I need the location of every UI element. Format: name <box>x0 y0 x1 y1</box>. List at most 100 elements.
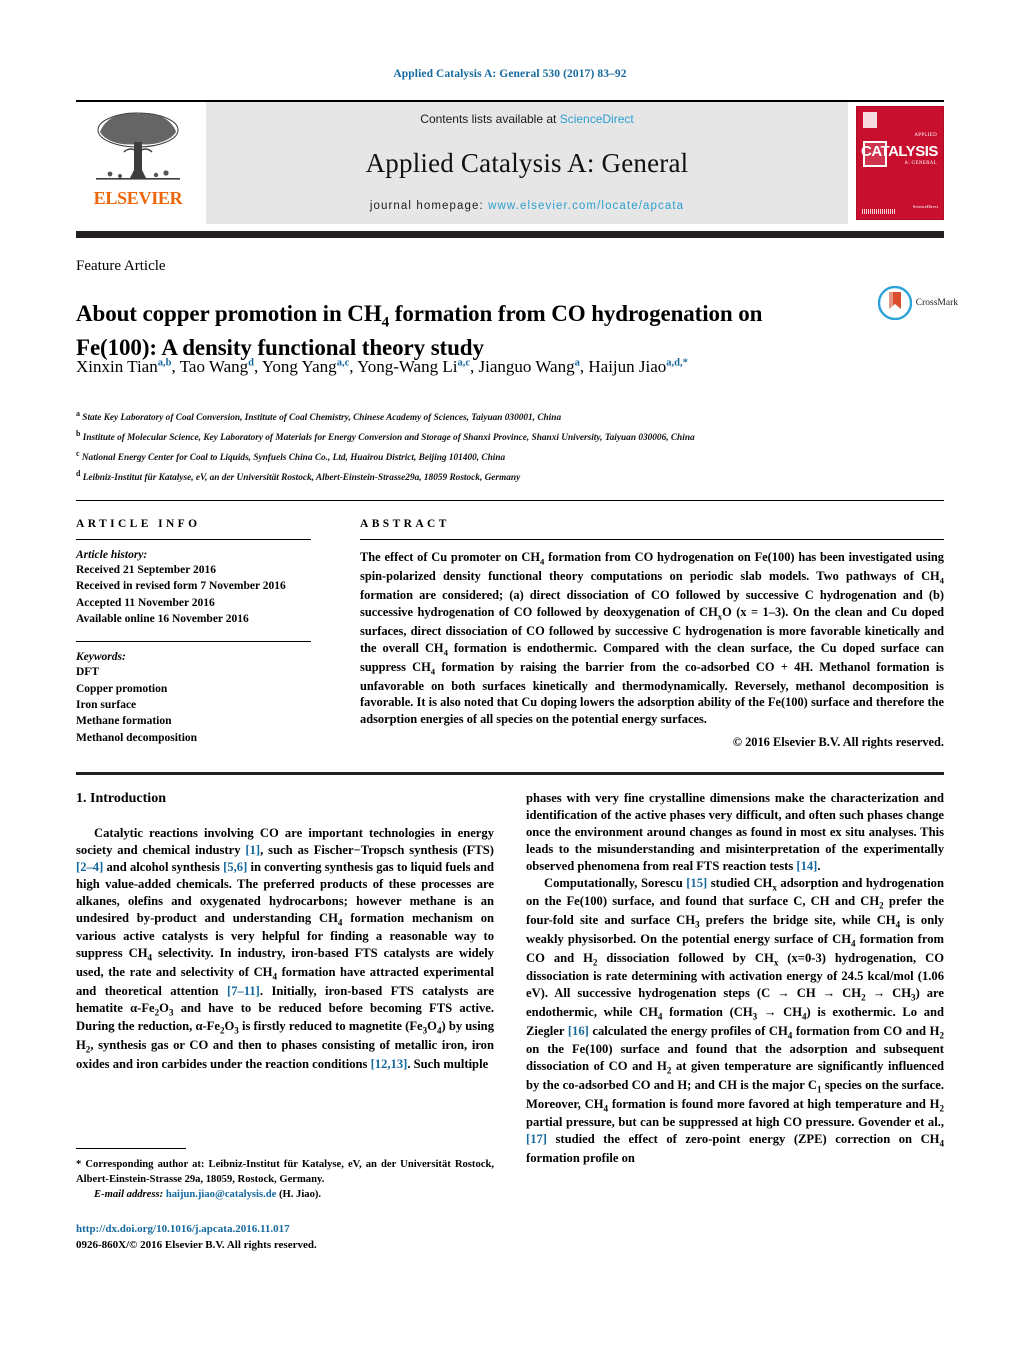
affiliation-text: State Key Laboratory of Coal Conversion,… <box>79 413 562 424</box>
affiliation-list: a State Key Laboratory of Coal Conversio… <box>76 407 876 487</box>
cover-barcode-icon <box>862 209 896 214</box>
article-info-column: ARTICLE INFO Article history: Received 2… <box>76 518 311 746</box>
keyword-item: Iron surface <box>76 698 137 711</box>
reference-link[interactable]: [15] <box>686 876 707 890</box>
affiliation-item: a State Key Laboratory of Coal Conversio… <box>76 407 876 427</box>
article-history-label: Article history: <box>76 549 148 561</box>
cover-subline: A: GENERAL <box>904 161 937 166</box>
keywords-lines: DFT Copper promotion Iron surface Methane f… <box>76 664 311 746</box>
author-list: Xinxin Tiana,b, Tao Wangd, Yong Yanga,c,… <box>76 357 688 376</box>
email-label: E-mail address: <box>94 1189 164 1201</box>
reference-link[interactable]: [17] <box>526 1132 547 1146</box>
cover-title: CATALYSIS <box>861 143 938 160</box>
cover-image: APPLIED CATALYSIS A: GENERAL ScienceDire… <box>856 106 944 220</box>
journal-title: Applied Catalysis A: General <box>365 147 689 178</box>
affiliation-item: c National Energy Center for Coal to Liq… <box>76 447 876 467</box>
author-name: Haijun Jiao <box>588 357 667 376</box>
keyword-item: DFT <box>76 666 99 679</box>
author-affiliation-marks: a,c <box>336 357 350 369</box>
journal-homepage-link[interactable]: www.elsevier.com/locate/apcata <box>488 200 684 212</box>
journal-homepage-line: journal homepage: www.elsevier.com/locat… <box>370 200 684 212</box>
author-affiliation-marks: a,b <box>157 357 172 369</box>
article-history-item: Accepted 11 November 2016 <box>76 596 215 609</box>
email-link[interactable]: haijun.jiao@catalysis.de <box>166 1189 277 1200</box>
reference-link[interactable]: [2–4] <box>76 860 103 874</box>
journal-band: Contents lists available at ScienceDirec… <box>206 102 848 224</box>
article-history-item: Received in revised form 7 November 2016 <box>76 580 286 593</box>
reference-link[interactable]: [1] <box>245 843 260 857</box>
footnote-star: * <box>76 1159 82 1170</box>
footnote-block: * Corresponding author at: Leibniz-Insti… <box>76 1157 494 1202</box>
affiliation-item: d Leibniz-Institut für Katalyse, eV, an … <box>76 467 876 487</box>
running-head: Applied Catalysis A: General 530 (2017) … <box>393 68 627 80</box>
footnote-rule <box>76 1148 186 1149</box>
keyword-item: Methane formation <box>76 715 172 728</box>
abstract-text: The effect of Cu promoter on CH4 formati… <box>360 550 944 726</box>
reference-link[interactable]: [5,6] <box>223 860 247 874</box>
crossmark-icon[interactable] <box>877 286 912 320</box>
reference-link[interactable]: [14] <box>796 859 817 873</box>
author-name: Yong-Wang Li <box>357 357 458 376</box>
reference-link[interactable]: [12,13] <box>371 1057 408 1071</box>
article-first-page: Applied Catalysis A: General 530 (2017) … <box>0 0 1020 1351</box>
affiliation-item: b Institute of Molecular Science, Key La… <box>76 427 876 447</box>
issn-copyright-line: 0926-860X/© 2016 Elsevier B.V. All right… <box>76 1238 317 1251</box>
affiliation-text: National Energy Center for Coal to Liqui… <box>79 453 506 464</box>
article-history-lines: Received 21 September 2016 Received in re… <box>76 562 311 627</box>
crossmark-label: CrossMark <box>915 298 958 308</box>
copyright-line: © 2016 Elsevier B.V. All rights reserved… <box>732 734 944 749</box>
elsevier-logo: ELSEVIER <box>76 102 200 224</box>
page-title: About copper promotion in CH4 formation … <box>76 299 842 362</box>
intro-paragraph-right-1: phases with very fine crystalline dimens… <box>526 791 944 873</box>
elsevier-tree-icon <box>96 112 180 180</box>
doi-block: http://dx.doi.org/10.1016/j.apcata.2016.… <box>76 1222 506 1254</box>
journal-cover-thumbnail: APPLIED CATALYSIS A: GENERAL ScienceDire… <box>848 102 944 224</box>
article-history-item: Received 21 September 2016 <box>76 564 216 576</box>
corresponding-author-star: * <box>682 357 688 369</box>
article-info-heading: ARTICLE INFO <box>76 518 201 530</box>
reference-link[interactable]: [16] <box>568 1024 589 1038</box>
journal-masthead: ELSEVIER Contents lists available at Sci… <box>76 100 944 224</box>
keywords-rule <box>76 641 311 643</box>
title-part-1: About copper promotion in CH <box>76 301 382 327</box>
article-type-label: Feature Article <box>76 258 166 274</box>
body-column-left: 1. Introduction Catalytic reactions invo… <box>76 790 494 1073</box>
contents-lists-line: Contents lists available at ScienceDirec… <box>420 112 633 126</box>
keywords-label: Keywords: <box>76 651 126 664</box>
author-affiliation-marks: a,c <box>457 357 471 369</box>
info-block-bottom-rule <box>76 772 944 775</box>
elsevier-wordmark: ELSEVIER <box>93 188 183 208</box>
cover-superline: APPLIED <box>914 133 937 138</box>
article-info-rule <box>76 539 311 540</box>
author-name: Jianguo Wang <box>478 357 575 376</box>
cover-footer-note: ScienceDirect <box>912 204 938 210</box>
corresponding-author-note: * Corresponding author at: Leibniz-Insti… <box>76 1157 494 1187</box>
author-affiliation-marks: a <box>574 357 580 369</box>
email-suffix: (H. Jiao). <box>278 1189 322 1201</box>
sciencedirect-link[interactable]: ScienceDirect <box>560 112 634 126</box>
affiliation-text: Institute of Molecular Science, Key Labo… <box>80 433 695 444</box>
abstract-column: ABSTRACT The effect of Cu promoter on CH… <box>360 518 944 750</box>
intro-paragraph-right-2: Computationally, Sorescu [15] studied CH… <box>526 875 945 1166</box>
cover-elsevier-icon <box>863 112 877 128</box>
doi-link[interactable]: http://dx.doi.org/10.1016/j.apcata.2016.… <box>76 1223 290 1235</box>
author-name: Xinxin Tian <box>76 357 158 376</box>
article-history-item: Available online 16 November 2016 <box>76 612 249 625</box>
info-block-top-rule <box>76 500 944 501</box>
abstract-rule <box>360 539 944 540</box>
keyword-item: Methanol decomposition <box>76 731 198 744</box>
section-heading-introduction: 1. Introduction <box>76 791 166 806</box>
contents-prefix: Contents lists available at <box>420 112 560 126</box>
intro-paragraph-left: Catalytic reactions involving CO are imp… <box>76 825 495 1071</box>
crossmark-badge[interactable]: CrossMark <box>877 286 958 320</box>
keyword-item: Copper promotion <box>76 682 168 695</box>
abstract-heading: ABSTRACT <box>360 518 450 530</box>
corresponding-author-text: Corresponding author at: Leibniz-Institu… <box>76 1159 494 1186</box>
title-subscript: 4 <box>381 314 390 331</box>
affiliation-text: Leibniz-Institut für Katalyse, eV, an de… <box>80 473 521 484</box>
masthead-bottom-rule <box>76 231 944 238</box>
author-affiliation-marks: a,d, <box>666 357 683 369</box>
author-name: Yong Yang <box>261 357 337 376</box>
homepage-prefix: journal homepage: <box>369 200 489 212</box>
reference-link[interactable]: [7–11] <box>227 984 260 998</box>
